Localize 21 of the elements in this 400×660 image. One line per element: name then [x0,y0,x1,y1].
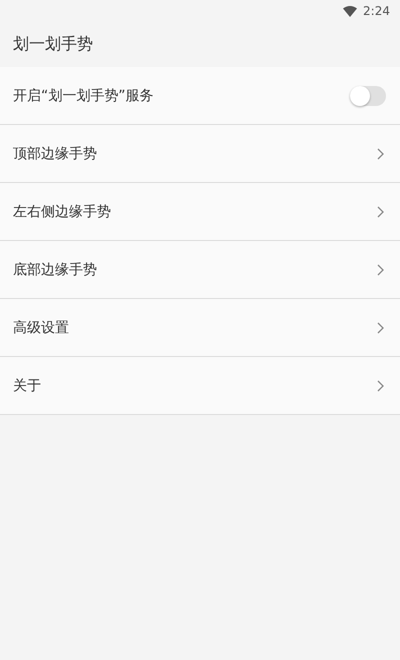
settings-row[interactable]: 左右侧边缘手势 [0,183,400,241]
settings-row[interactable]: 关于 [0,357,400,415]
row-label: 关于 [13,376,41,394]
status-time: 2:24 [363,4,390,18]
settings-row[interactable]: 高级设置 [0,299,400,357]
row-label: 顶部边缘手势 [13,144,97,162]
toggle-switch[interactable] [350,86,386,106]
wifi-icon [343,6,358,16]
settings-row[interactable]: 底部边缘手势 [0,241,400,299]
row-label: 底部边缘手势 [13,260,97,278]
settings-row[interactable]: 顶部边缘手势 [0,125,400,183]
settings-row[interactable]: 开启“划一划手势”服务 [0,67,400,125]
chevron-right-icon [377,322,384,334]
row-label: 开启“划一划手势”服务 [13,86,154,104]
chevron-right-icon [377,380,384,392]
row-label: 左右侧边缘手势 [13,202,111,220]
chevron-right-icon [377,206,384,218]
row-label: 高级设置 [13,318,69,336]
screen-title: 划一划手势 [13,34,93,55]
chevron-right-icon [377,148,384,160]
chevron-right-icon [377,264,384,276]
